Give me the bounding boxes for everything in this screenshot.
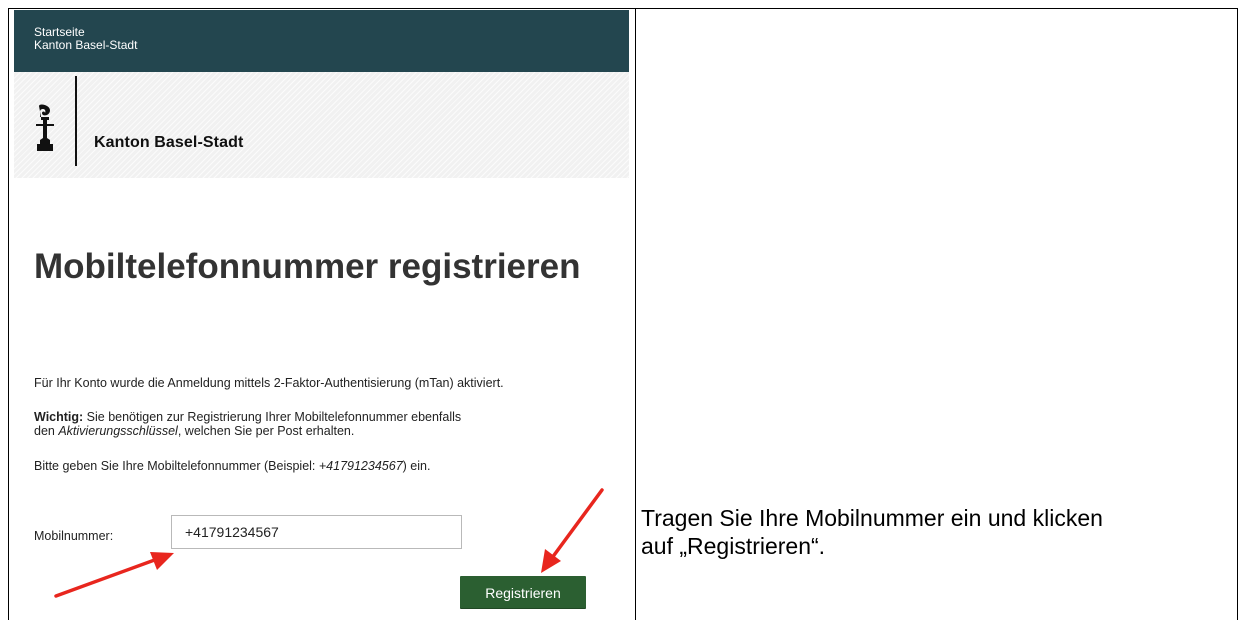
instruction-text: Tragen Sie Ihre Mobilnummer ein und klic… <box>641 504 1231 560</box>
activation-key-notice: Wichtig: Sie benötigen zur Registrierung… <box>34 410 461 438</box>
phone-number-input[interactable] <box>171 515 462 549</box>
red-arrow-to-input-icon <box>54 552 174 598</box>
activation-key-term: Aktivierungsschlüssel <box>58 424 178 438</box>
instruction-line2: auf „Registrieren“. <box>641 533 826 559</box>
phone-instruction-prefix: Bitte geben Sie Ihre Mobiltelefonnummer … <box>34 459 319 473</box>
login-page-screenshot: Startseite Kanton Basel-Stadt Kanton Bas… <box>14 10 629 614</box>
logo-divider <box>75 76 77 166</box>
logo-wordmark: Kanton Basel-Stadt <box>94 134 244 151</box>
phone-example: +41791234567 <box>318 459 403 473</box>
top-navigation-bar: Startseite Kanton Basel-Stadt <box>14 10 629 72</box>
breadcrumb-canton: Kanton Basel-Stadt <box>34 38 138 52</box>
phone-field-label: Mobilnummer: <box>34 529 114 543</box>
logo-banner: Kanton Basel-Stadt <box>14 72 629 178</box>
red-arrow-to-button-icon <box>541 488 604 573</box>
page-title: Mobiltelefonnummer registrieren <box>34 247 581 286</box>
phone-instruction: Bitte geben Sie Ihre Mobiltelefonnummer … <box>34 459 430 473</box>
table-column-divider <box>635 9 636 620</box>
instruction-line1: Tragen Sie Ihre Mobilnummer ein und klic… <box>641 505 1103 531</box>
mtan-activated-notice: Für Ihr Konto wurde die Anmeldung mittel… <box>34 376 504 390</box>
important-label: Wichtig: <box>34 410 84 424</box>
phone-instruction-suffix: ) ein. <box>402 459 431 473</box>
basel-staff-icon <box>36 104 54 151</box>
activation-key-notice-prefix: den <box>34 424 59 438</box>
activation-key-notice-suffix: , welchen Sie per Post erhalten. <box>177 424 355 438</box>
register-button[interactable]: Registrieren <box>460 576 586 609</box>
activation-key-notice-line1: Sie benötigen zur Registrierung Ihrer Mo… <box>83 410 462 424</box>
document-table: Startseite Kanton Basel-Stadt Kanton Bas… <box>8 8 1238 620</box>
